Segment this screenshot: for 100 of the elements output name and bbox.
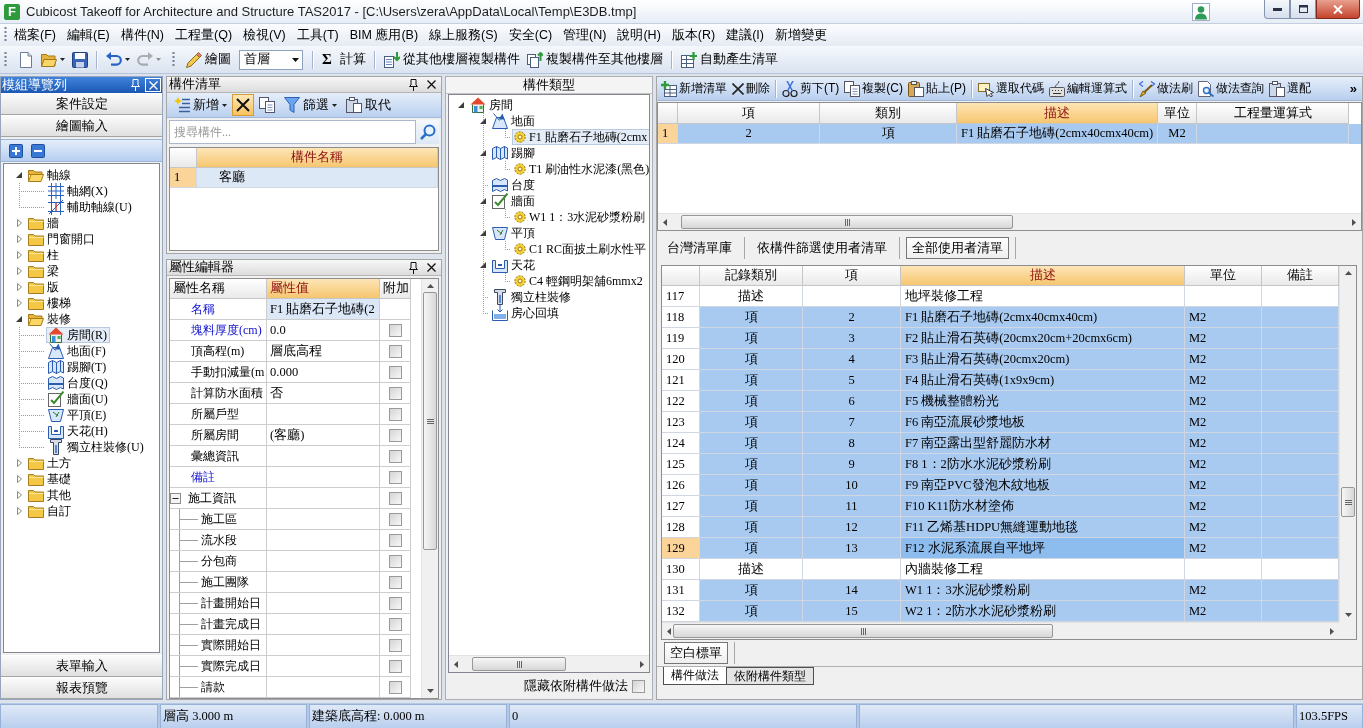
menu-item[interactable]: 檔案(F) [9, 25, 60, 45]
method-query-button[interactable]: 做法查詢 [1196, 77, 1266, 100]
tree-item[interactable]: 台度 [490, 177, 538, 193]
table-row[interactable]: 129 項 13 F12 水泥系流展自平地坪 M2 [662, 538, 1339, 559]
tree-item[interactable]: 踢腳(T) [46, 359, 110, 375]
delete-button[interactable]: 刪除 [730, 77, 772, 100]
property-value-field[interactable] [267, 488, 380, 509]
delete-button[interactable] [232, 94, 254, 116]
scroll-thumb[interactable] [423, 292, 437, 550]
column-header[interactable]: 附加 [380, 279, 411, 299]
checkbox[interactable] [388, 617, 402, 631]
tree-item[interactable]: 地面(F) [46, 343, 109, 359]
tree-item[interactable]: 獨立柱裝修 [490, 289, 574, 305]
menu-item[interactable]: 編輯(E) [61, 25, 114, 45]
menu-item[interactable]: 線上服務(S) [424, 25, 502, 45]
checkbox[interactable] [388, 512, 402, 526]
table-row[interactable]: 118 項 2 F1 貼磨石子地磚(2cmx40cmx40cm) M2 [662, 307, 1339, 328]
table-row[interactable]: 117 描述 地坪裝修工程 [662, 286, 1339, 307]
search-button[interactable] [416, 120, 439, 144]
checkbox[interactable] [388, 386, 402, 400]
tree-item[interactable]: F1 貼磨石子地磚(2cmx [512, 129, 649, 145]
module-button[interactable]: 案件設定 [1, 93, 162, 115]
column-header[interactable]: 單位 [1158, 103, 1197, 124]
module-button[interactable]: 報表預覽 [1, 677, 162, 699]
horizontal-scrollbar[interactable] [449, 655, 649, 672]
property-value-field[interactable] [267, 467, 380, 488]
tree-item[interactable]: 版 [26, 279, 62, 295]
tree-item[interactable]: 踢腳 [490, 145, 538, 161]
property-value-field[interactable] [267, 530, 380, 551]
property-value-field[interactable] [267, 404, 380, 425]
column-header[interactable]: 項 [678, 103, 820, 124]
checkbox[interactable] [388, 365, 402, 379]
menu-item[interactable]: 檢視(V) [238, 25, 290, 45]
property-value-field[interactable]: (客廳) [267, 425, 380, 446]
match-button[interactable]: 選配 [1267, 77, 1313, 100]
method-brush-button[interactable]: 做法刷 [1137, 77, 1195, 100]
checkbox[interactable] [388, 491, 402, 505]
table-row[interactable]: 121 項 5 F4 貼止滑石英磚(1x9x9cm) M2 [662, 370, 1339, 391]
tree-item[interactable]: 牆 [26, 215, 62, 231]
table-row[interactable]: 120 項 4 F3 貼止滑石英磚(20cmx20cm) M2 [662, 349, 1339, 370]
tree-item[interactable]: 裝修 [26, 311, 74, 327]
tree-item[interactable]: 軸網(X) [46, 183, 111, 199]
table-row[interactable]: 131 項 14 W1 1：3水泥砂漿粉刷 M2 [662, 580, 1339, 601]
tree-item[interactable]: 基礎 [26, 471, 74, 487]
property-value-field[interactable] [267, 551, 380, 572]
property-value-field[interactable] [267, 614, 380, 635]
tree-item[interactable]: 輔助軸線(U) [46, 199, 135, 215]
tree-item[interactable]: 房心回填 [490, 305, 562, 321]
tree-item[interactable]: C1 RC面披土刷水性平 [512, 241, 649, 257]
vertical-scrollbar[interactable] [1339, 266, 1356, 622]
property-value-field[interactable] [267, 593, 380, 614]
menu-item[interactable]: 新增變更 [770, 25, 831, 45]
vertical-scrollbar[interactable] [421, 279, 438, 698]
table-row[interactable]: 122 項 6 F5 機械整體粉光 M2 [662, 391, 1339, 412]
module-button[interactable]: 繪圖輸入 [1, 115, 162, 137]
property-value-field[interactable] [267, 509, 380, 530]
floor-dropdown[interactable]: 首層 [239, 49, 303, 70]
module-button[interactable]: 表單輸入 [1, 655, 162, 677]
search-field[interactable]: 搜尋構件... [169, 120, 416, 144]
tree-item[interactable]: 梁 [26, 263, 62, 279]
paste-button[interactable]: 貼上(P) [906, 77, 968, 100]
checkbox[interactable] [388, 323, 402, 337]
horizontal-scrollbar[interactable] [662, 622, 1339, 639]
tab[interactable]: 依構件篩選使用者清單 [751, 237, 893, 259]
column-header[interactable]: 構件名稱 [197, 148, 438, 168]
property-value-field[interactable] [267, 572, 380, 593]
filter-button[interactable]: 篩選 [280, 94, 341, 116]
checkbox[interactable] [388, 554, 402, 568]
replace-button[interactable]: 取代 [342, 94, 395, 116]
menu-item[interactable]: 說明(H) [612, 25, 665, 45]
cut-button[interactable]: 剪下(T) [780, 77, 842, 100]
tree-item[interactable]: 平頂(E) [46, 407, 110, 423]
tree-item[interactable]: 樓梯 [26, 295, 74, 311]
tree-item[interactable]: 其他 [26, 487, 74, 503]
edit-formula-button[interactable]: 編輯運算式 [1047, 77, 1129, 100]
column-header[interactable]: 工程量運算式 [1197, 103, 1349, 124]
tree-item[interactable]: W1 1：3水泥砂漿粉刷 [512, 209, 649, 225]
table-row[interactable]: 126 項 10 F9 南亞PVC發泡木紋地板 M2 [662, 475, 1339, 496]
property-value-field[interactable]: F1 貼磨石子地磚(2 [267, 299, 380, 320]
overflow-button[interactable]: » [1346, 81, 1360, 96]
property-value-field[interactable] [267, 635, 380, 656]
tree-item[interactable]: 天花 [490, 257, 538, 273]
checkbox[interactable] [388, 470, 402, 484]
tree-item[interactable]: 牆面(U) [46, 391, 111, 407]
expand-all-button[interactable] [9, 143, 23, 158]
table-row[interactable]: 124 項 8 F7 南亞露出型舒麗防水材 M2 [662, 433, 1339, 454]
column-header[interactable]: 項 [803, 266, 901, 286]
menu-item[interactable]: BIM 應用(B) [344, 25, 423, 45]
horizontal-scrollbar[interactable] [658, 213, 1361, 230]
tab[interactable]: 空白標單 [664, 642, 728, 664]
table-row[interactable]: 130 描述 內牆裝修工程 [662, 559, 1339, 580]
column-header[interactable]: 單位 [1185, 266, 1262, 286]
checkbox[interactable] [388, 533, 402, 547]
checkbox[interactable] [388, 659, 402, 673]
tree-item[interactable]: 軸線 [26, 167, 74, 183]
menu-item[interactable]: 版本(R) [666, 25, 720, 45]
property-value-field[interactable] [267, 656, 380, 677]
tree-item[interactable]: 獨立柱裝修(U) [46, 439, 147, 455]
property-value-field[interactable] [267, 677, 380, 698]
maximize-button[interactable] [1290, 0, 1316, 19]
